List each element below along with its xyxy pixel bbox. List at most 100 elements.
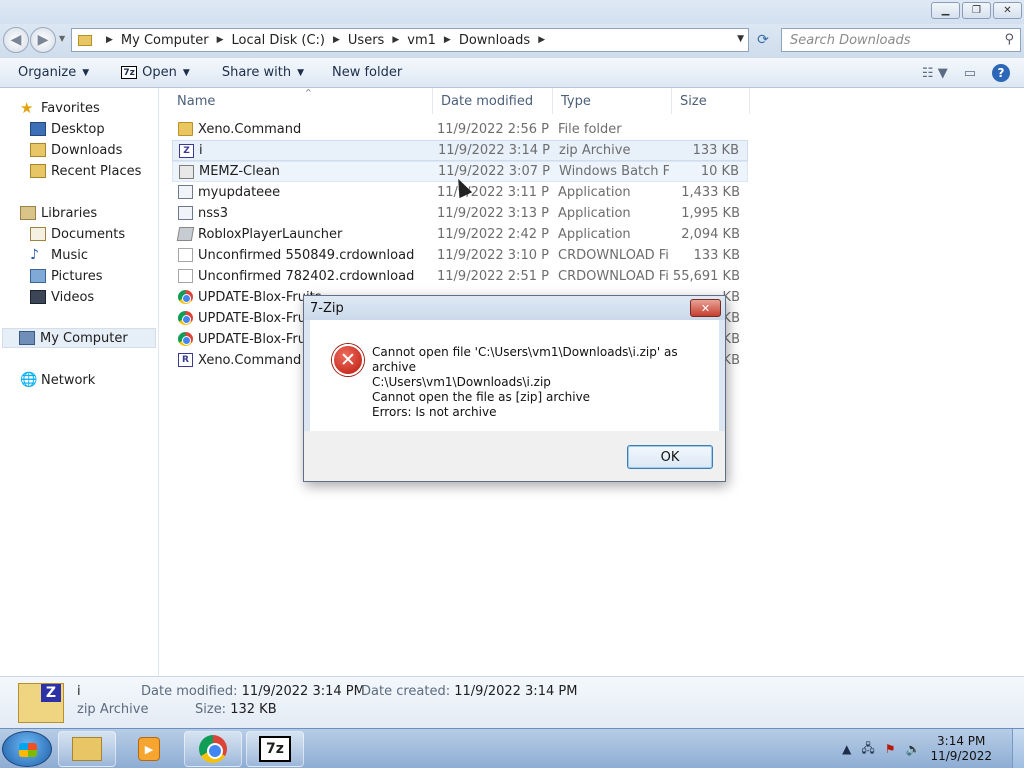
file-row[interactable]: Xeno.Command 11/9/2022 2:56 PM File fold…	[172, 119, 748, 140]
taskbar: ▶ 7z ▲ 🖧 ⚑ 🔊 3:14 PM 11/9/2022	[0, 728, 1024, 768]
dialog-close-button[interactable]: ✕	[690, 299, 721, 317]
taskbar-explorer[interactable]	[58, 731, 116, 767]
taskbar-chrome[interactable]	[184, 731, 242, 767]
clock[interactable]: 3:14 PM 11/9/2022	[930, 734, 992, 764]
nav-libraries[interactable]: Libraries	[20, 203, 97, 223]
nav-music[interactable]: ♪ Music	[30, 245, 88, 265]
action-center-flag-icon[interactable]: ⚑	[885, 742, 896, 756]
document-icon	[178, 269, 193, 283]
share-with-button[interactable]: Share with ▼	[222, 65, 304, 80]
nav-documents[interactable]: Documents	[30, 224, 125, 244]
navigation-pane: ★ Favorites Desktop Downloads Recent Plac…	[0, 88, 159, 676]
address-row: ◀ ▶ ▼ ▶ My Computer ▶ Local Disk (C:) ▶ Us…	[0, 24, 1024, 58]
application-icon	[178, 206, 193, 220]
breadcrumb-my-computer[interactable]: My Computer ▶	[121, 33, 232, 48]
folder-icon	[178, 122, 193, 136]
details-date-modified: Date modified: 11/9/2022 3:14 PM	[141, 684, 365, 699]
minimize-button[interactable]: ▁	[931, 2, 960, 19]
pictures-icon	[30, 269, 46, 283]
preview-pane-icon[interactable]: ▭	[964, 66, 976, 81]
column-header-type[interactable]: Type	[553, 88, 672, 114]
nav-recent-places[interactable]: Recent Places	[30, 161, 141, 181]
new-folder-button[interactable]: New folder	[332, 65, 402, 80]
search-icon[interactable]: ⚲	[1004, 32, 1014, 47]
ok-button[interactable]: OK	[627, 445, 713, 469]
details-date-created: Date created: 11/9/2022 3:14 PM	[361, 684, 578, 699]
documents-icon	[30, 227, 46, 241]
command-bar: Organize ▼ 7z Open ▼ Share with ▼ New folder…	[0, 58, 1024, 88]
error-message: Cannot open file 'C:\Users\vm1\Downloads…	[372, 345, 719, 420]
breadcrumb-vm1[interactable]: vm1 ▶	[407, 33, 459, 48]
show-hidden-icons-icon[interactable]: ▲	[842, 742, 851, 756]
nav-downloads[interactable]: Downloads	[30, 140, 122, 160]
address-bar[interactable]: ▶ My Computer ▶ Local Disk (C:) ▶ Users ▶ v…	[71, 28, 749, 52]
file-row-selected[interactable]: Z i 11/9/2022 3:14 PM zip Archive 133 KB	[172, 140, 748, 161]
file-row[interactable]: Unconfirmed 550849.crdownload 11/9/2022 …	[172, 245, 748, 266]
breadcrumb-downloads[interactable]: Downloads ▶	[459, 33, 553, 48]
application-icon	[178, 185, 193, 199]
videos-icon	[30, 290, 46, 304]
start-button[interactable]	[2, 731, 52, 767]
nav-favorites[interactable]: ★ Favorites	[20, 98, 100, 118]
error-icon: ✕	[332, 344, 364, 376]
recent-places-icon	[30, 164, 46, 178]
organize-button[interactable]: Organize ▼	[18, 65, 89, 80]
recent-pages-dropdown[interactable]: ▼	[59, 34, 65, 43]
search-placeholder: Search Downloads	[790, 32, 911, 48]
column-header-size[interactable]: Size	[672, 88, 750, 114]
taskbar-7zip[interactable]: 7z	[246, 731, 304, 767]
breadcrumb-local-disk[interactable]: Local Disk (C:) ▶	[232, 33, 348, 48]
error-dialog: 7-Zip ✕ ✕ Cannot open file 'C:\Users\vm1…	[303, 295, 726, 482]
breadcrumb-sep[interactable]: ▶	[98, 35, 121, 45]
search-input[interactable]: Search Downloads ⚲	[781, 28, 1021, 52]
open-button[interactable]: 7z Open ▼	[121, 65, 190, 80]
details-size: Size: 132 KB	[195, 702, 277, 717]
volume-icon[interactable]: 🔊	[906, 742, 921, 756]
error-line: Cannot open file 'C:\Users\vm1\Downloads…	[372, 345, 678, 374]
clock-date: 11/9/2022	[930, 749, 992, 763]
desktop-icon	[30, 122, 46, 136]
dialog-titlebar: 7-Zip ✕	[304, 296, 725, 320]
column-header-date[interactable]: Date modified	[433, 88, 553, 114]
file-row[interactable]: Unconfirmed 782402.crdownload 11/9/2022 …	[172, 266, 748, 287]
chrome-icon	[178, 290, 193, 304]
batch-file-icon	[179, 165, 194, 179]
window-titlebar: ▁ ❐ ✕	[0, 0, 1024, 24]
chrome-icon	[178, 311, 193, 325]
details-pane: i zip Archive Date modified: 11/9/2022 3…	[0, 676, 1024, 728]
details-filename: i	[77, 684, 81, 699]
nav-videos[interactable]: Videos	[30, 287, 94, 307]
refresh-button[interactable]: ⟳	[751, 28, 775, 52]
dialog-footer: OK	[304, 431, 725, 481]
chrome-icon	[199, 735, 227, 763]
breadcrumb-users[interactable]: Users ▶	[348, 33, 407, 48]
network-tray-icon[interactable]: 🖧	[861, 739, 874, 760]
close-window-button[interactable]: ✕	[993, 2, 1022, 19]
nav-desktop[interactable]: Desktop	[30, 119, 105, 139]
nav-network[interactable]: 🌐 Network	[20, 370, 95, 390]
column-header-name[interactable]: Name ^	[169, 88, 433, 114]
system-tray: ▲ 🖧 ⚑ 🔊 3:14 PM 11/9/2022	[842, 729, 1024, 768]
sort-caret-icon: ^	[305, 88, 312, 97]
taskbar-media-player[interactable]: ▶	[120, 731, 178, 767]
error-line: Cannot open the file as [zip] archive	[372, 390, 591, 404]
address-dropdown[interactable]: ▼	[737, 34, 744, 44]
libraries-icon	[20, 206, 36, 220]
forward-button[interactable]: ▶	[30, 27, 56, 53]
computer-icon	[19, 331, 35, 345]
help-icon[interactable]: ?	[992, 64, 1010, 82]
caption-buttons: ▁ ❐ ✕	[931, 2, 1022, 19]
nav-my-computer[interactable]: My Computer	[2, 328, 156, 348]
zip-archive-icon: Z	[179, 144, 194, 158]
file-row[interactable]: RobloxPlayerLauncher 11/9/2022 2:42 PM A…	[172, 224, 748, 245]
xeno-icon: R	[178, 353, 193, 367]
explorer-icon	[72, 737, 102, 761]
nav-pictures[interactable]: Pictures	[30, 266, 102, 286]
file-row[interactable]: nss3 11/9/2022 3:13 PM Application 1,995…	[172, 203, 748, 224]
maximize-button[interactable]: ❐	[962, 2, 991, 19]
downloads-folder-icon	[30, 143, 46, 157]
show-desktop-button[interactable]	[1012, 729, 1024, 768]
change-view-icon[interactable]: ☷ ▼	[922, 66, 948, 81]
back-button[interactable]: ◀	[3, 27, 29, 53]
details-filetype: zip Archive	[77, 702, 149, 717]
